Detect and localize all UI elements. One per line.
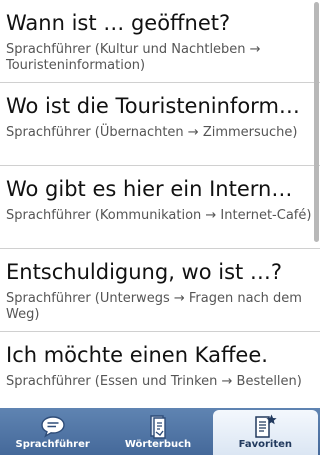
favorites-document-star-icon xyxy=(251,413,279,439)
scrollbar-thumb[interactable] xyxy=(314,2,319,242)
entry-subtitle: Sprachführer (Kommunikation → Internet-C… xyxy=(6,208,312,223)
list-item[interactable]: Entschuldigung, wo ist …? Sprachführer (… xyxy=(0,249,320,332)
tab-label: Sprachführer xyxy=(15,439,90,450)
list-item[interactable]: Wo ist die Touristeninform… Sprachführer… xyxy=(0,83,320,166)
bottom-tab-bar: Sprachführer Wörterbuch Favoriten xyxy=(0,408,320,455)
entry-subtitle: Sprachführer (Kultur und Nachtleben → To… xyxy=(6,42,261,73)
tab-label: Favoriten xyxy=(238,439,293,450)
tab-sprachfuehrer[interactable]: Sprachführer xyxy=(0,408,105,455)
entry-title: Wo ist die Touristeninform… xyxy=(6,94,300,118)
tab-label: Wörterbuch xyxy=(124,439,192,450)
entry-title: Ich möchte einen Kaffee. xyxy=(6,343,268,367)
tab-woerterbuch[interactable]: Wörterbuch xyxy=(105,408,210,455)
entry-title: Entschuldigung, wo ist …? xyxy=(6,260,283,284)
entry-title: Wann ist … geöffnet? xyxy=(6,11,231,35)
list-item[interactable]: Wann ist … geöffnet? Sprachführer (Kultu… xyxy=(0,0,320,83)
entry-subtitle: Sprachführer (Essen und Trinken → Bestel… xyxy=(6,374,302,389)
list-item[interactable]: Ich möchte einen Kaffee. Sprachführer (E… xyxy=(0,332,320,408)
favorites-list[interactable]: Wann ist … geöffnet? Sprachführer (Kultu… xyxy=(0,0,320,408)
entry-title: Wo gibt es hier ein Intern… xyxy=(6,177,293,201)
dictionary-icon xyxy=(144,413,172,439)
entry-subtitle: Sprachführer (Unterwegs → Fragen nach de… xyxy=(6,291,302,322)
tab-favoriten[interactable]: Favoriten xyxy=(212,410,318,455)
favorites-screen: Wann ist … geöffnet? Sprachführer (Kultu… xyxy=(0,0,320,455)
speech-bubble-icon xyxy=(39,413,67,439)
entry-subtitle: Sprachführer (Übernachten → Zimmersuche) xyxy=(6,125,298,140)
list-item[interactable]: Wo gibt es hier ein Intern… Sprachführer… xyxy=(0,166,320,249)
